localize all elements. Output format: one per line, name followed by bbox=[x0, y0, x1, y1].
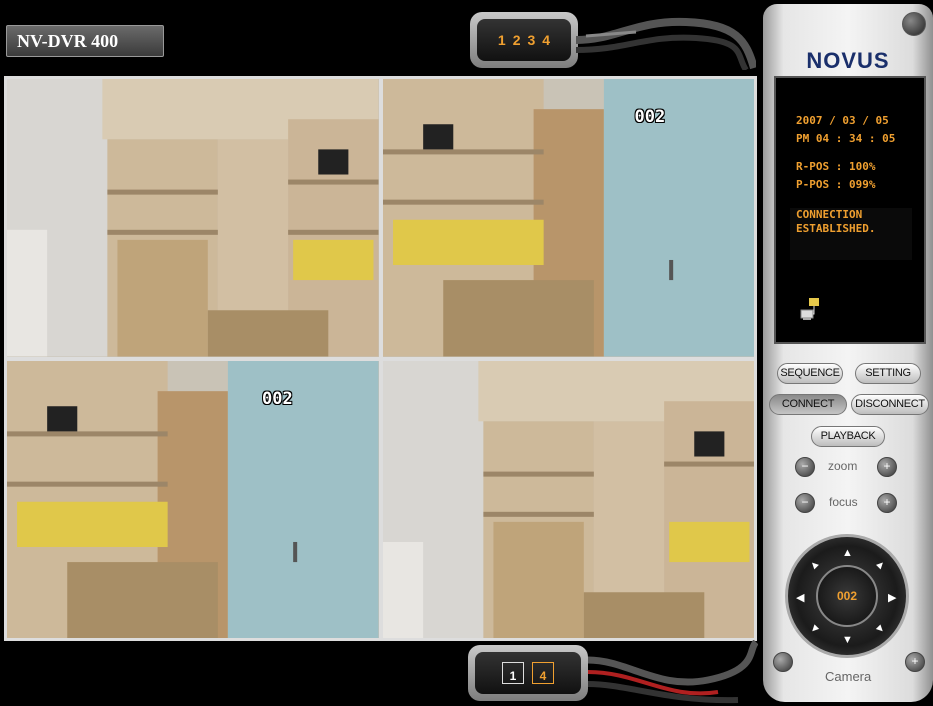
zoom-label: zoom bbox=[828, 459, 858, 473]
camera-view-4[interactable] bbox=[382, 360, 754, 638]
disconnect-button[interactable]: DISCONNECT bbox=[851, 394, 929, 415]
date-readout: 2007 / 03 / 05 bbox=[796, 114, 889, 127]
camera-2-id-overlay: 002 bbox=[634, 107, 666, 127]
focus-far-icon[interactable]: + bbox=[877, 493, 897, 513]
camera-3-id-overlay: 002 bbox=[262, 388, 293, 409]
camera-4-button[interactable]: 4 bbox=[542, 32, 550, 48]
next-camera-icon[interactable]: + bbox=[905, 652, 925, 672]
r-pos-readout: R-POS : 100% bbox=[796, 160, 876, 173]
camera-feed-3 bbox=[7, 360, 379, 638]
camera-2-button[interactable]: 2 bbox=[513, 32, 521, 48]
app-title: NV-DVR 400 bbox=[6, 25, 164, 57]
setting-button[interactable]: SETTING bbox=[855, 363, 921, 384]
camera-feed-1 bbox=[7, 79, 379, 357]
connect-button[interactable]: CONNECT bbox=[769, 394, 847, 415]
camera-1-button[interactable]: 1 bbox=[498, 32, 506, 48]
novus-logo: NOVUS bbox=[806, 48, 890, 73]
arrow-down-icon[interactable]: ▼ bbox=[842, 634, 853, 646]
arrow-down-right-icon[interactable]: ▼ bbox=[872, 621, 888, 637]
single-view-button[interactable]: 1 bbox=[502, 662, 524, 684]
sequence-button[interactable]: SEQUENCE bbox=[777, 363, 843, 384]
connection-status-line2: ESTABLISHED. bbox=[796, 222, 876, 235]
quad-view-button[interactable]: 4 bbox=[532, 662, 554, 684]
arrow-down-left-icon[interactable]: ▼ bbox=[806, 621, 822, 637]
camera-view-1[interactable] bbox=[7, 79, 379, 357]
dvr-window: NV-DVR 400 1 2 3 4 002 002 1 4 NOVUS 200… bbox=[0, 0, 933, 706]
focus-label: focus bbox=[829, 495, 858, 509]
ptz-direction-pad: ▲ ▼ ◀ ▶ ▲ ▲ ▼ ▼ 002 bbox=[785, 534, 909, 658]
playback-button[interactable]: PLAYBACK bbox=[811, 426, 885, 447]
camera-feed-2 bbox=[382, 79, 754, 357]
camera-feed-4 bbox=[382, 360, 754, 638]
status-screen: 2007 / 03 / 05 PM 04 : 34 : 05 R-POS : 1… bbox=[774, 76, 926, 344]
layout-select-bar: 1 4 bbox=[468, 645, 588, 701]
cable-decoration-top bbox=[576, 17, 756, 70]
camera-view-2[interactable]: 002 bbox=[382, 79, 754, 357]
focus-near-icon[interactable]: − bbox=[795, 493, 815, 513]
control-panel: NOVUS 2007 / 03 / 05 PM 04 : 34 : 05 R-P… bbox=[763, 4, 933, 702]
ptz-camera-number[interactable]: 002 bbox=[816, 565, 878, 627]
arrow-up-right-icon[interactable]: ▲ bbox=[872, 557, 888, 573]
close-icon[interactable] bbox=[902, 12, 926, 36]
camera-label: Camera bbox=[825, 669, 872, 684]
camera-select-bar: 1 2 3 4 bbox=[470, 12, 578, 68]
arrow-right-icon[interactable]: ▶ bbox=[888, 591, 896, 604]
video-grid: 002 002 bbox=[4, 76, 757, 641]
network-icon bbox=[800, 298, 819, 320]
time-readout: PM 04 : 34 : 05 bbox=[796, 132, 896, 145]
prev-camera-icon[interactable] bbox=[773, 652, 793, 672]
p-pos-readout: P-POS : 099% bbox=[796, 178, 876, 191]
zoom-out-icon[interactable]: − bbox=[795, 457, 815, 477]
camera-3-button[interactable]: 3 bbox=[528, 32, 536, 48]
zoom-in-icon[interactable]: + bbox=[877, 457, 897, 477]
cable-decoration-bottom bbox=[588, 640, 758, 704]
arrow-left-icon[interactable]: ◀ bbox=[796, 591, 804, 604]
arrow-up-left-icon[interactable]: ▲ bbox=[806, 557, 822, 573]
connection-status-line1: CONNECTION bbox=[796, 208, 863, 221]
arrow-up-icon[interactable]: ▲ bbox=[842, 547, 853, 559]
camera-view-3[interactable]: 002 bbox=[7, 360, 379, 638]
